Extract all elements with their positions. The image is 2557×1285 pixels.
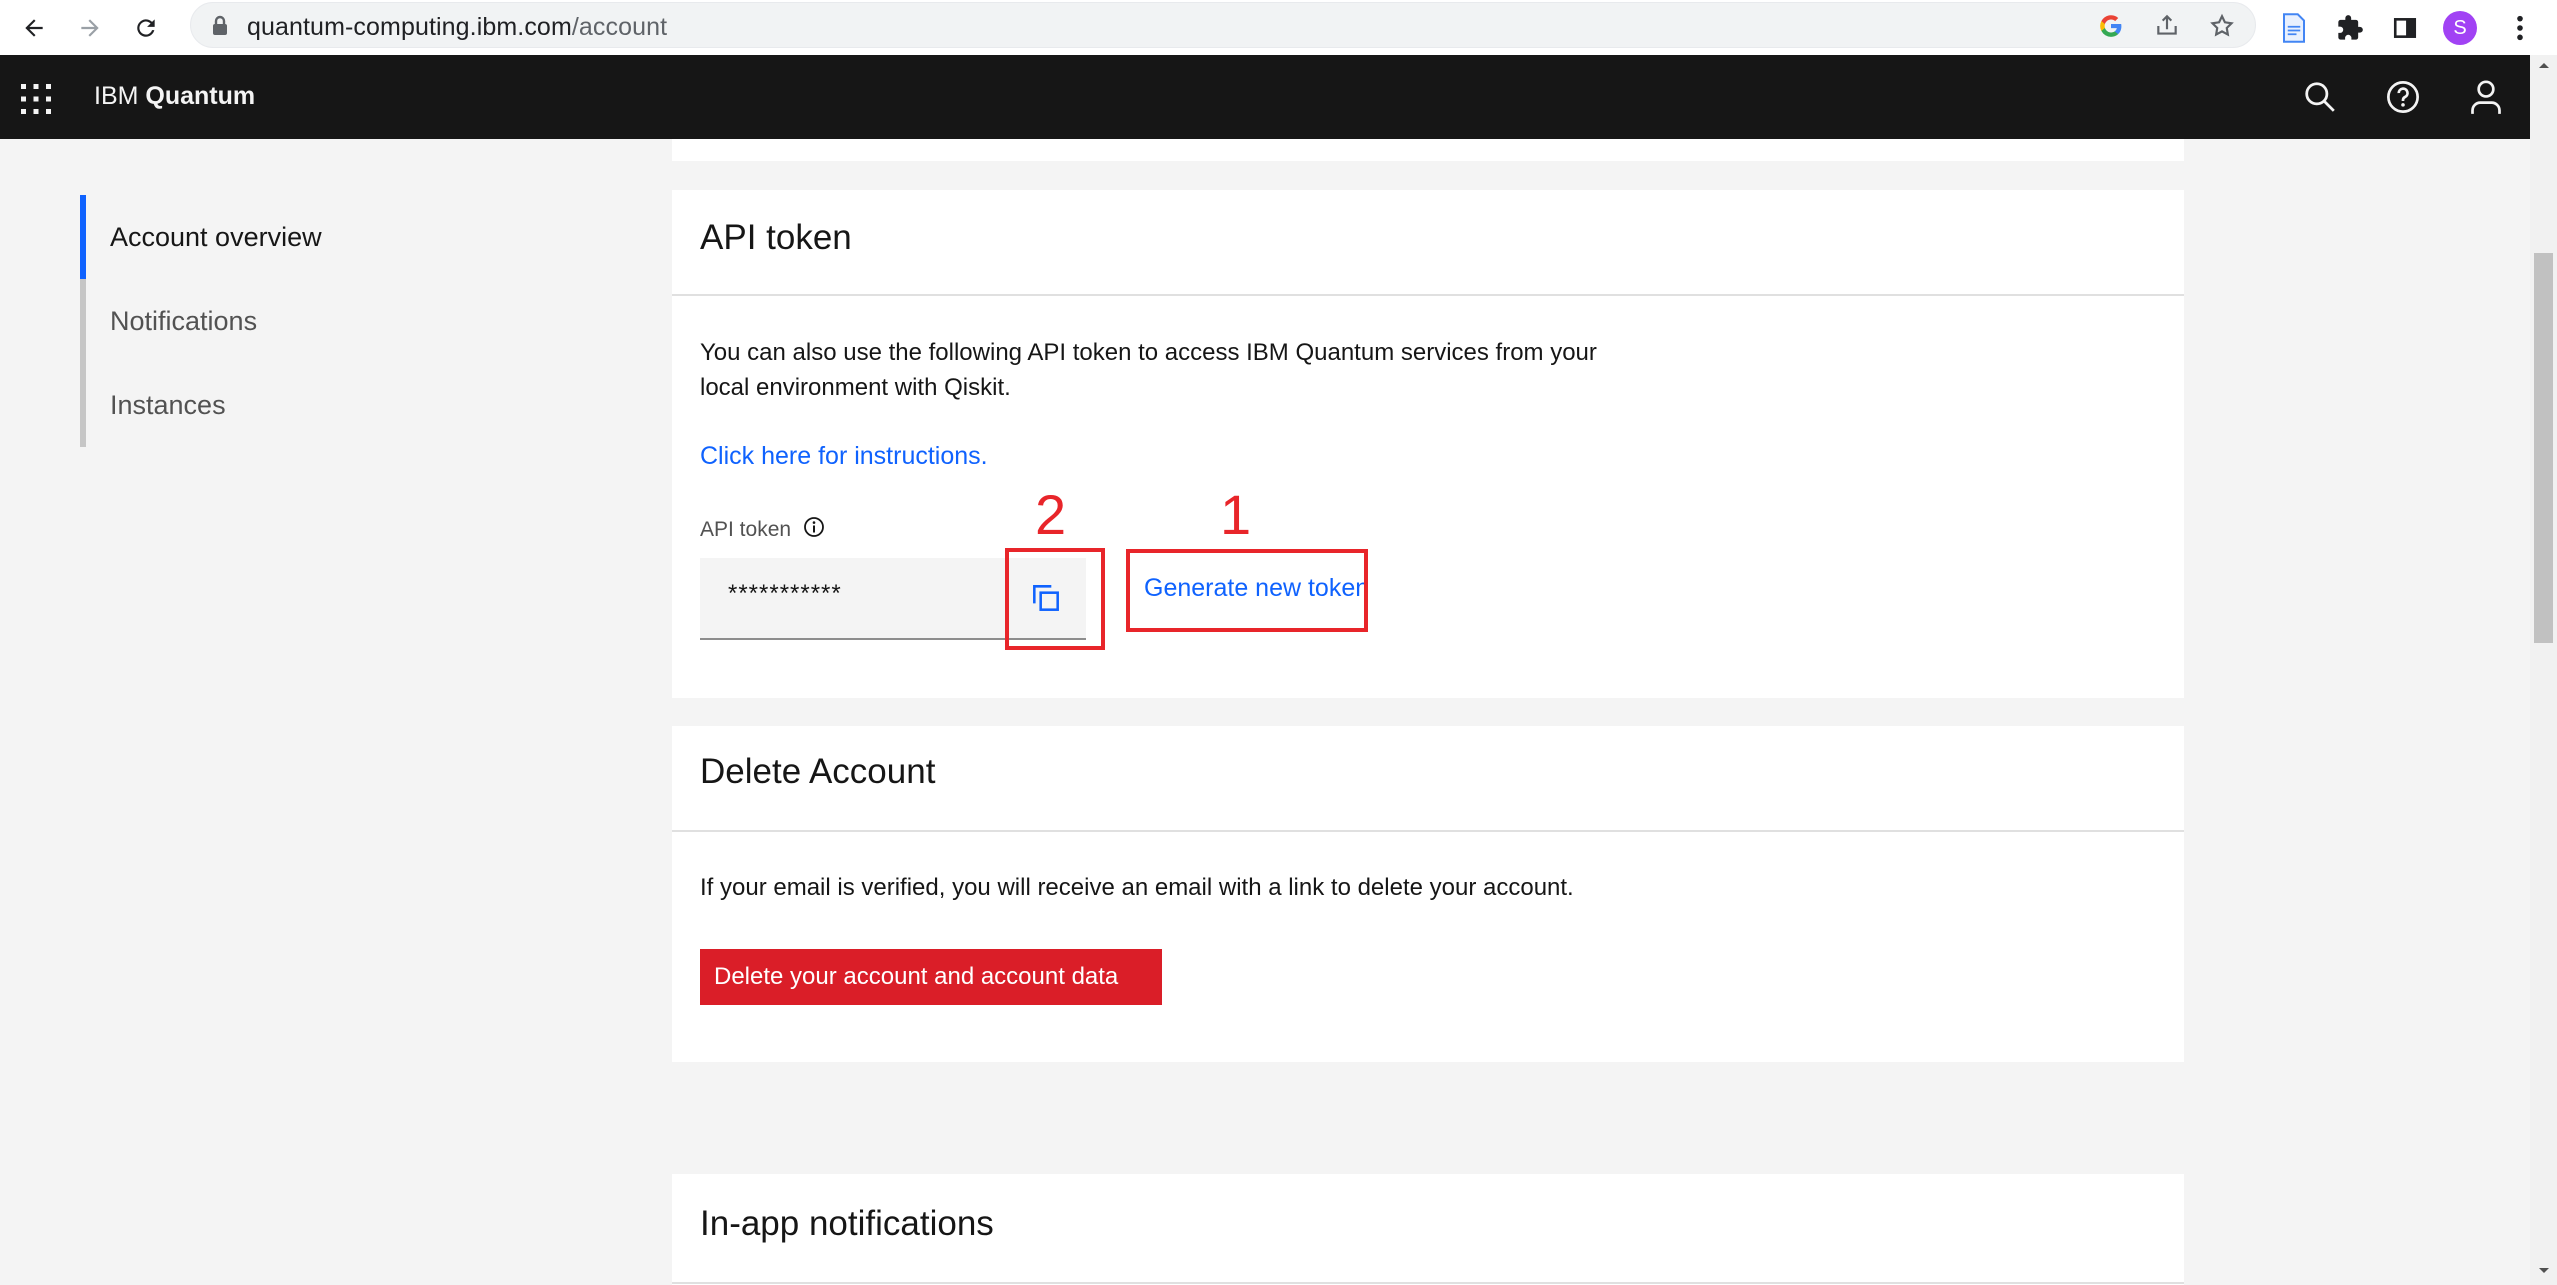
profile-avatar[interactable]: S	[2440, 8, 2480, 48]
share-icon[interactable]	[2153, 12, 2181, 40]
token-value: ***********	[728, 580, 842, 607]
lock-icon[interactable]	[211, 15, 229, 42]
browser-toolbar: quantum-computing.ibm.com/account S	[0, 0, 2557, 55]
extensions-puzzle-icon[interactable]	[2330, 8, 2370, 48]
scroll-up-arrow-icon[interactable]	[2538, 61, 2550, 69]
help-icon[interactable]	[2382, 76, 2424, 118]
annotation-number-1: 1	[1220, 483, 1252, 546]
annotation-box-copy	[1005, 548, 1105, 650]
sidebar-item-account-overview[interactable]: Account overview	[80, 195, 430, 279]
card-divider	[672, 294, 2184, 296]
back-icon[interactable]	[14, 8, 54, 48]
scrollbar-thumb[interactable]	[2534, 253, 2553, 643]
profile-initial: S	[2443, 11, 2477, 45]
document-icon[interactable]	[2274, 8, 2314, 48]
card-title: API token	[700, 218, 852, 257]
app-switcher-grid-icon[interactable]	[18, 81, 54, 117]
card-divider	[672, 830, 2184, 832]
url-text[interactable]: quantum-computing.ibm.com/account	[247, 13, 667, 42]
app-header: IBM Quantum	[0, 55, 2530, 139]
sidebar-item-label: Instances	[110, 390, 226, 420]
bookmark-star-icon[interactable]	[2208, 12, 2236, 40]
account-side-nav: Account overview Notifications Instances	[80, 195, 430, 447]
url-path: /account	[571, 13, 668, 41]
api-token-card: API token You can also use the following…	[672, 190, 2184, 698]
delete-description: If your email is verified, you will rece…	[700, 874, 1574, 901]
card-title: In-app notifications	[700, 1204, 994, 1243]
sidebar-item-instances[interactable]: Instances	[80, 363, 430, 447]
info-icon[interactable]	[803, 516, 825, 544]
brand-prefix: IBM	[94, 82, 139, 110]
previous-card-bottom	[672, 139, 2184, 161]
annotation-box-generate	[1126, 549, 1368, 632]
api-token-field-label: API token	[700, 516, 825, 544]
api-token-description: You can also use the following API token…	[700, 335, 1597, 405]
brand-name[interactable]: IBM Quantum	[94, 82, 255, 111]
reload-icon[interactable]	[126, 8, 166, 48]
google-icon[interactable]	[2097, 12, 2125, 40]
field-label-text: API token	[700, 518, 792, 541]
url-host: quantum-computing.ibm.com	[247, 13, 572, 41]
api-token-input[interactable]: ***********	[700, 558, 1006, 640]
sidebar-item-notifications[interactable]: Notifications	[80, 279, 430, 363]
sidebar-item-label: Notifications	[110, 306, 258, 336]
forward-icon[interactable]	[70, 8, 110, 48]
in-app-notifications-card: In-app notifications	[672, 1174, 2184, 1285]
page-scrollbar[interactable]	[2530, 55, 2557, 1285]
scroll-down-arrow-icon[interactable]	[2538, 1267, 2550, 1275]
more-menu-icon[interactable]	[2500, 8, 2540, 48]
user-icon[interactable]	[2465, 76, 2507, 118]
card-title: Delete Account	[700, 752, 936, 791]
address-bar[interactable]: quantum-computing.ibm.com/account	[190, 2, 2256, 48]
description-line: You can also use the following API token…	[700, 339, 1597, 366]
side-panel-icon[interactable]	[2385, 8, 2425, 48]
delete-account-card: Delete Account If your email is verified…	[672, 726, 2184, 1062]
brand-product: Quantum	[145, 82, 256, 110]
search-icon[interactable]	[2299, 76, 2341, 118]
sidebar-item-label: Account overview	[110, 222, 322, 252]
description-line: local environment with Qiskit.	[700, 374, 1011, 401]
delete-account-button[interactable]: Delete your account and account data	[700, 949, 1162, 1005]
card-divider	[672, 1282, 2184, 1284]
annotation-number-2: 2	[1035, 483, 1067, 546]
instructions-link[interactable]: Click here for instructions.	[700, 442, 988, 471]
